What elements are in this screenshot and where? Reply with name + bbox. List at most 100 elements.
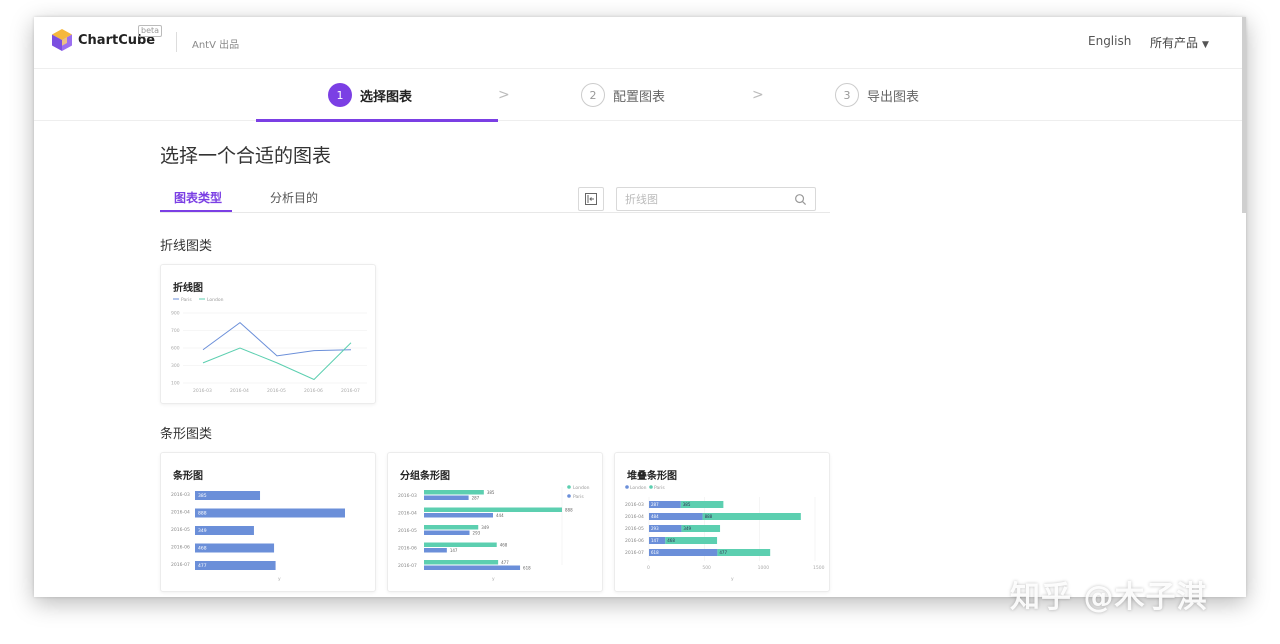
chevron-right-icon: > <box>752 87 764 103</box>
data-label: 287 <box>651 502 659 507</box>
y-tick-label: 2016-05 <box>625 526 644 532</box>
x-axis-label: y <box>492 577 495 582</box>
data-label: 349 <box>683 526 691 531</box>
data-label: 477 <box>501 560 509 565</box>
y-tick-label: 2016-03 <box>625 502 644 508</box>
y-tick-label: 300 <box>171 363 180 369</box>
data-label: 293 <box>651 526 659 531</box>
data-label: 385 <box>683 502 691 507</box>
y-tick-label: 2016-04 <box>625 514 644 520</box>
step-bar: 1 选择图表 > 2 配置图表 > 3 导出图表 <box>34 69 1246 122</box>
step-label: 导出图表 <box>867 89 920 105</box>
chart-card-stacked-bar[interactable]: 堆叠条形图 London Paris 0 500 1000 1500 2016-03 287 3… <box>614 452 830 592</box>
data-label: 385 <box>487 490 495 495</box>
data-label: 484 <box>651 514 659 519</box>
data-label: 888 <box>705 514 713 519</box>
line-chart-preview: Paris London 900 700 600 300 100 2016-03 2016-04… <box>171 297 367 394</box>
scrollbar[interactable] <box>1242 17 1246 213</box>
legend-swatch <box>649 485 653 489</box>
y-tick-label: 600 <box>171 346 180 352</box>
step-number: 1 <box>328 83 352 107</box>
y-tick-label: 2016-05 <box>398 528 417 534</box>
data-label: 468 <box>500 543 508 548</box>
legend-swatch <box>625 485 629 489</box>
step-number: 2 <box>581 83 605 107</box>
search-icon[interactable] <box>794 193 807 206</box>
data-label: 477 <box>719 550 727 555</box>
chevron-right-icon: > <box>498 87 510 103</box>
data-label: 349 <box>198 528 207 534</box>
data-label: 468 <box>667 538 675 543</box>
y-tick-label: 2016-04 <box>398 511 417 517</box>
data-label: 147 <box>651 538 659 543</box>
collapse-button[interactable] <box>578 187 604 211</box>
legend-label: London <box>630 485 647 491</box>
bar-paris <box>702 513 801 520</box>
y-tick-label: 100 <box>171 381 180 387</box>
data-label: 468 <box>198 546 207 552</box>
x-tick-label: 2016-03 <box>193 388 212 394</box>
step-number: 3 <box>835 83 859 107</box>
data-label: 888 <box>565 508 573 513</box>
header-divider <box>176 32 177 52</box>
bar-paris <box>424 565 521 570</box>
bar-london <box>424 507 562 512</box>
step-label: 配置图表 <box>613 89 666 105</box>
x-axis-label: y <box>731 577 734 582</box>
category-line-charts: 折线图类 <box>160 239 213 254</box>
all-products-menu[interactable]: 所有产品 ▼ <box>1150 34 1209 51</box>
bar-paris <box>424 548 447 553</box>
language-switch[interactable]: English <box>1088 34 1131 48</box>
tab-analysis-purpose[interactable]: 分析目的 <box>270 189 318 206</box>
top-nav: ChartCube beta AntV 出品 English 所有产品 ▼ <box>34 17 1246 69</box>
y-tick-label: 2016-06 <box>171 545 190 551</box>
step-select-chart[interactable]: 1 选择图表 <box>328 83 412 107</box>
search-input[interactable] <box>625 191 785 207</box>
y-tick-label: 2016-05 <box>171 527 190 533</box>
chart-card-bar[interactable]: 条形图 2016-03 385 2016-04 888 2016-05 349 2016-0… <box>160 452 376 592</box>
collapse-icon <box>585 193 597 205</box>
step-configure-chart[interactable]: 2 配置图表 <box>581 83 665 107</box>
chart-search <box>616 187 816 211</box>
bar-paris <box>424 513 493 518</box>
legend-label: London <box>573 485 590 491</box>
tab-chart-type[interactable]: 图表类型 <box>174 189 222 206</box>
legend-swatch <box>567 494 571 498</box>
chart-card-line[interactable]: 折线图 Paris London 900 700 600 300 100 2016-03 201… <box>160 264 376 404</box>
bar-paris <box>424 495 469 500</box>
app-window: ChartCube beta AntV 出品 English 所有产品 ▼ 1 选… <box>34 17 1246 597</box>
y-tick-label: 2016-07 <box>171 562 190 568</box>
legend-label: Paris <box>573 494 584 500</box>
bar <box>195 508 345 518</box>
active-step-indicator <box>256 119 498 122</box>
data-label: 147 <box>450 548 458 553</box>
legend-label: Paris <box>654 485 665 491</box>
data-label: 287 <box>472 496 480 501</box>
legend-label: London <box>207 297 224 303</box>
data-label: 444 <box>496 513 504 518</box>
x-tick-label: 1000 <box>758 565 770 571</box>
antv-credit: AntV 出品 <box>192 40 240 51</box>
data-label: 477 <box>198 563 207 569</box>
bar-london <box>424 525 479 530</box>
y-tick-label: 2016-06 <box>398 546 417 552</box>
watermark-text: 知乎 @木子淇 <box>1010 580 1208 615</box>
data-label: 618 <box>523 566 531 571</box>
bar <box>195 561 276 570</box>
chart-card-grouped-bar[interactable]: 分组条形图 London Paris 2016-03 385 287 2016-04 888… <box>387 452 603 592</box>
x-tick-label: 2016-05 <box>267 388 286 394</box>
y-tick-label: 2016-04 <box>171 510 190 516</box>
x-tick-label: 2016-07 <box>341 388 360 394</box>
bar-london <box>424 560 499 565</box>
grouped-bar-chart-preview: London Paris 2016-03 385 287 2016-04 888 444 201… <box>398 485 590 582</box>
y-tick-label: 700 <box>171 328 180 334</box>
bar-paris <box>424 530 470 535</box>
x-tick-label: 0 <box>647 565 650 571</box>
y-tick-label: 2016-03 <box>171 492 190 498</box>
data-label: 349 <box>481 525 489 530</box>
step-export-chart[interactable]: 3 导出图表 <box>835 83 919 107</box>
beta-badge: beta <box>138 25 163 37</box>
chartcube-logo-icon[interactable] <box>50 28 74 52</box>
data-label: 385 <box>198 493 207 499</box>
x-tick-label: 2016-06 <box>304 388 323 394</box>
